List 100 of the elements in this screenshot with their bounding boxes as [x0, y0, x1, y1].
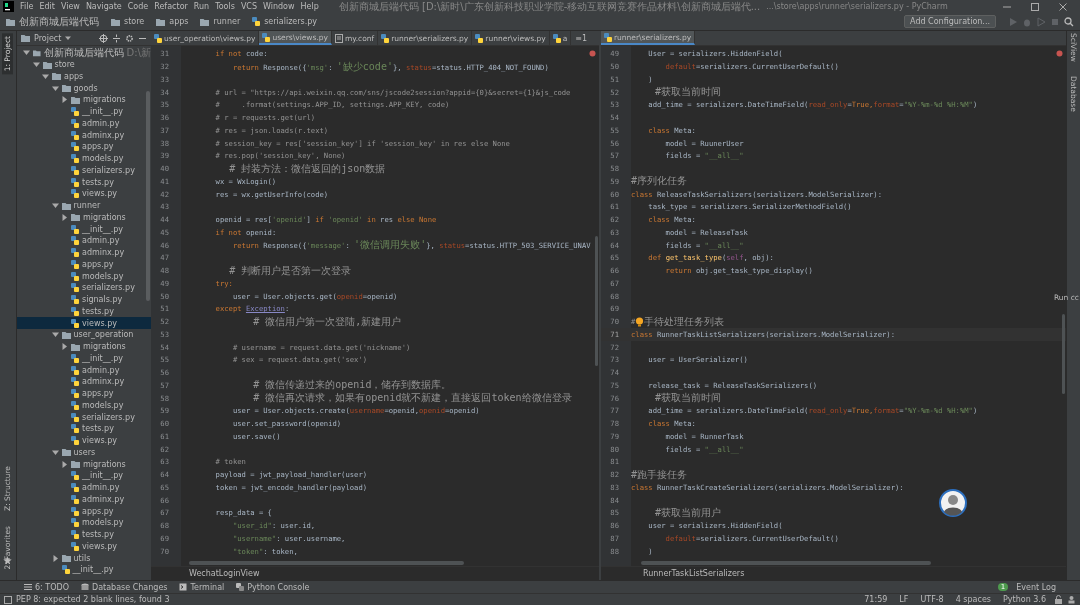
menu-item[interactable]: File	[20, 2, 34, 11]
tree-item[interactable]: adminx.py	[82, 130, 125, 140]
tree-item[interactable]: apps.py	[82, 142, 114, 152]
tool-window-button[interactable]: Database Changes	[76, 582, 172, 592]
expand-arrow-icon[interactable]	[42, 72, 49, 80]
tree-item[interactable]: serializers.py	[82, 412, 135, 422]
tree-item[interactable]: views.py	[82, 541, 117, 551]
tree-item[interactable]: tests.py	[82, 177, 114, 187]
tool-window-button[interactable]: Terminal	[175, 582, 229, 592]
code-line: #序列化任务	[631, 174, 688, 189]
tree-item[interactable]: views.py	[82, 189, 117, 199]
tree-item[interactable]: migrations	[83, 459, 126, 469]
tool-window-button[interactable]: Python Console	[232, 582, 314, 592]
menu-item[interactable]: Run	[193, 2, 210, 11]
lock-icon[interactable]	[1054, 595, 1063, 604]
tree-item[interactable]: models.py	[82, 271, 124, 281]
tree-item[interactable]: users	[73, 447, 96, 457]
maximize-icon[interactable]	[1030, 1, 1040, 12]
tree-item[interactable]: apps.py	[82, 259, 114, 269]
tree-item[interactable]: __init__.py	[82, 224, 123, 234]
menu-item[interactable]: Window	[263, 2, 295, 11]
menu-item[interactable]: VCS	[240, 2, 257, 11]
settings-icon[interactable]	[125, 33, 134, 43]
menu-item[interactable]: Navigate	[85, 2, 122, 11]
scrollbar-thumb[interactable]	[1062, 314, 1065, 394]
menu-item[interactable]: Help	[300, 2, 319, 11]
expand-arrow-icon[interactable]	[51, 84, 59, 92]
event-log-button[interactable]: Event Log	[1012, 582, 1060, 592]
breadcrumb[interactable]: WechatLoginView	[189, 569, 260, 578]
tool-window-button[interactable]: 6: TODO	[20, 582, 73, 592]
status-item[interactable]: 4 spaces	[951, 595, 995, 604]
tree-item[interactable]: models.py	[82, 400, 124, 410]
dropdown-caret-icon[interactable]	[65, 35, 72, 41]
tree-item[interactable]: utils	[73, 553, 91, 563]
tree-item[interactable]: 创新商城后端代码	[43, 46, 124, 60]
tree-item[interactable]: admin.py	[82, 483, 120, 493]
expand-arrow-icon[interactable]	[32, 61, 40, 69]
panel-title[interactable]: Project	[34, 33, 62, 43]
tree-item[interactable]: store	[54, 60, 75, 70]
tree-item[interactable]: migrations	[83, 95, 126, 105]
menu-item[interactable]: View	[60, 2, 80, 11]
tree-item[interactable]: apps.py	[82, 506, 114, 516]
target-icon[interactable]	[99, 33, 108, 43]
expand-arrow-icon[interactable]	[61, 343, 68, 351]
breadcrumb[interactable]: 创新商城后端代码	[19, 14, 99, 29]
tree-item[interactable]: signals.py	[82, 295, 123, 305]
tree-item[interactable]: admin.py	[82, 365, 120, 375]
tree-item[interactable]: views.py	[82, 436, 117, 446]
breadcrumb[interactable]: RunnerTaskListSerializers	[643, 569, 745, 578]
add-configuration-button[interactable]: Add Configuration...	[904, 15, 996, 28]
expand-arrow-icon[interactable]	[51, 554, 59, 562]
tree-item[interactable]: adminx.py	[82, 377, 125, 387]
menu-item[interactable]: Refactor	[154, 2, 188, 11]
tree-item[interactable]: apps	[64, 71, 84, 81]
tree-item[interactable]: user_operation	[73, 330, 134, 340]
expand-arrow-icon[interactable]	[51, 202, 59, 210]
scrollbar-thumb[interactable]	[641, 561, 931, 565]
tree-item[interactable]: runner	[73, 201, 101, 211]
expand-arrow-icon[interactable]	[61, 213, 68, 221]
breadcrumb[interactable]: serializers.py	[264, 17, 318, 26]
tree-item[interactable]: apps.py	[82, 389, 114, 399]
tree-item[interactable]: goods	[73, 83, 98, 93]
expand-arrow-icon[interactable]	[23, 49, 30, 57]
menu-item[interactable]: Edit	[39, 2, 55, 11]
tree-item[interactable]: __init__.py	[82, 471, 123, 481]
lightbulb-icon[interactable]	[635, 316, 645, 327]
status-item[interactable]: LF	[895, 595, 913, 604]
tree-item[interactable]: tests.py	[82, 530, 114, 540]
tree-item[interactable]: __init__.py	[72, 565, 114, 575]
tree-item[interactable]: admin.py	[82, 118, 120, 128]
tree-item[interactable]: tests.py	[82, 306, 114, 316]
tree-item[interactable]: adminx.py	[82, 248, 125, 258]
expand-arrow-icon[interactable]	[61, 96, 68, 104]
expand-arrow-icon[interactable]	[51, 448, 59, 456]
tree-item[interactable]: tests.py	[82, 424, 114, 434]
tree-item[interactable]: __init__.py	[82, 107, 123, 117]
status-item[interactable]: UTF-8	[916, 595, 948, 604]
scrollbar-thumb[interactable]	[189, 561, 464, 565]
breadcrumb[interactable]: runner	[213, 17, 241, 26]
tree-item[interactable]: adminx.py	[82, 494, 125, 504]
search-icon[interactable]	[1064, 16, 1074, 27]
expand-arrow-icon[interactable]	[61, 460, 68, 468]
collapse-icon[interactable]	[112, 33, 121, 43]
breadcrumb[interactable]: store	[124, 17, 145, 26]
tree-item[interactable]: __init__.py	[82, 353, 123, 363]
menu-item[interactable]: Tools	[215, 2, 235, 11]
close-icon[interactable]	[1058, 1, 1068, 12]
menu-item[interactable]: Code	[127, 2, 149, 11]
tree-item[interactable]: admin.py	[82, 236, 120, 246]
tree-item[interactable]: serializers.py	[82, 283, 135, 293]
breadcrumb[interactable]: apps	[169, 17, 189, 26]
tree-item[interactable]: migrations	[83, 342, 126, 352]
tree-item[interactable]: migrations	[83, 212, 126, 222]
tree-item[interactable]: models.py	[82, 518, 124, 528]
tree-item[interactable]: models.py	[82, 154, 124, 164]
status-item[interactable]: 71:59	[860, 595, 892, 604]
status-item[interactable]: Python 3.6	[999, 595, 1050, 604]
tree-item[interactable]: serializers.py	[82, 165, 135, 175]
tab-overflow[interactable]: ≡1	[571, 31, 592, 45]
expand-arrow-icon[interactable]	[51, 331, 59, 339]
